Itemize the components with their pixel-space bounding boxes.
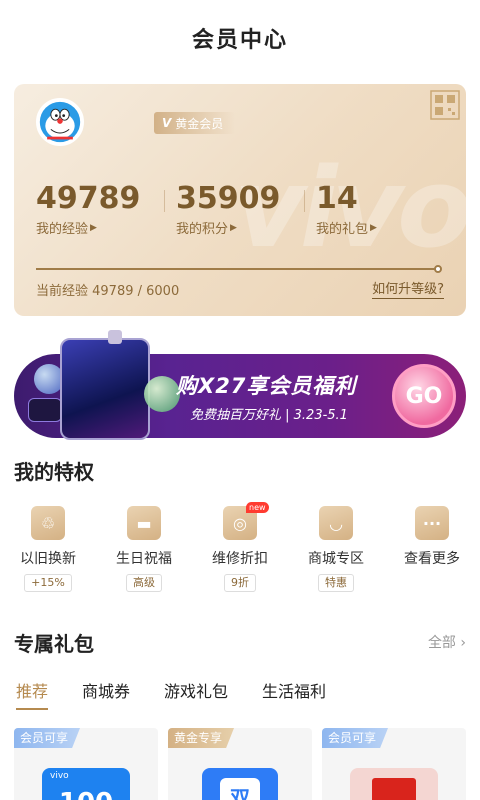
coupon-brand: vivo — [50, 771, 69, 781]
privilege-name: 维修折扣 — [212, 551, 268, 567]
level-badge-label: 黄金会员 — [175, 116, 224, 131]
experience-progress-bar — [36, 265, 442, 273]
tab-recommended[interactable]: 推荐 — [16, 678, 49, 710]
privilege-repair-discount[interactable]: new ◎ 维修折扣 9折 — [192, 502, 288, 592]
caret-right-icon: ▶ — [230, 222, 237, 233]
banner-subline: 免费抽百万好礼 | 3.23-5.1 — [190, 408, 348, 423]
vip-v-icon: V — [162, 116, 172, 130]
coupon-image: vivo 100 — [42, 768, 130, 800]
gift-card[interactable]: 黄金专享 双 — [168, 728, 312, 800]
points-value: 35909 — [176, 181, 281, 216]
privilege-trade-in[interactable]: ♲ 以旧换新 +15% — [0, 506, 96, 592]
caret-right-icon: ▶ — [90, 222, 97, 233]
gift-tag: 黄金专享 — [168, 728, 235, 748]
gift-tag: 会员可享 — [14, 728, 81, 748]
popup-camera-image — [108, 330, 122, 344]
progress-knob — [434, 265, 442, 273]
tab-life-benefits[interactable]: 生活福利 — [262, 678, 326, 702]
chevron-right-icon: › — [460, 635, 466, 651]
gifts-title: 专属礼包 — [14, 632, 94, 656]
shopping-bag-icon: ◡ — [319, 506, 353, 540]
experience-value: 49789 — [36, 181, 141, 216]
gift-tabs: 推荐 商城券 游戏礼包 生活福利 — [16, 678, 326, 710]
privilege-mall-zone[interactable]: ◡ 商城专区 特惠 — [288, 506, 384, 592]
coupon-amount: 100 — [59, 788, 113, 800]
privilege-name: 查看更多 — [404, 551, 460, 567]
poster-image — [372, 778, 416, 800]
phone-image — [60, 338, 150, 440]
recycle-icon: ♲ — [31, 506, 65, 540]
experience-label: 我的经验 — [36, 222, 89, 237]
bubble-decoration — [144, 376, 180, 412]
gift-packs-label: 我的礼包 — [316, 222, 369, 237]
promo-banner[interactable]: 购X27享会员福利 免费抽百万好礼 | 3.23-5.1 GO — [14, 330, 466, 440]
caret-right-icon: ▶ — [370, 222, 377, 233]
avatar[interactable] — [36, 98, 84, 146]
gift-card[interactable]: 会员可享 vivo 100 — [14, 728, 158, 800]
page-title: 会员中心 — [191, 28, 288, 53]
how-to-upgrade-link[interactable]: 如何升等级? — [372, 278, 444, 299]
tab-mall-coupons[interactable]: 商城券 — [82, 678, 130, 702]
current-experience-text: 当前经验 49789 / 6000 — [36, 284, 180, 299]
go-button[interactable]: GO — [392, 364, 456, 428]
privilege-view-more[interactable]: ··· 查看更多 — [384, 506, 480, 592]
privilege-tag: +15% — [24, 574, 72, 592]
cake-icon: ▬ — [127, 506, 161, 540]
stat-points[interactable]: 35909 我的积分 ▶ — [164, 181, 316, 237]
tab-game-gifts[interactable]: 游戏礼包 — [164, 678, 228, 702]
gift-cards: 会员可享 vivo 100 黄金专享 双 会员可享 — [14, 728, 466, 800]
view-all-label: 全部 — [427, 635, 456, 651]
privileges-list: ♲ 以旧换新 +15% ▬ 生日祝福 高级 new ◎ 维修折扣 9折 ◡ 商城… — [0, 502, 480, 592]
more-icon: ··· — [415, 506, 449, 540]
stat-gift-packs[interactable]: 14 我的礼包 ▶ — [304, 181, 456, 237]
privilege-name: 以旧换新 — [20, 551, 76, 567]
points-label: 我的积分 — [176, 222, 229, 237]
stat-experience[interactable]: 49789 我的经验 ▶ — [36, 181, 176, 238]
movie-coupon-image — [350, 768, 438, 800]
banner-headline: 购X27享会员福利 — [176, 374, 357, 398]
gift-tag: 会员可享 — [322, 728, 389, 748]
gamepad-decoration — [28, 398, 62, 422]
level-badge: V 黄金会员 — [154, 112, 236, 134]
qr-code-icon[interactable] — [430, 90, 460, 120]
privilege-birthday[interactable]: ▬ 生日祝福 高级 — [96, 506, 192, 592]
top-bar: 会员中心 — [0, 0, 480, 76]
app-logo-icon: 双 — [220, 778, 260, 800]
doraemon-avatar-icon — [39, 101, 81, 143]
privilege-name: 生日祝福 — [116, 551, 172, 567]
privilege-tag: 高级 — [126, 574, 162, 592]
app-coupon-image: 双 — [202, 768, 278, 800]
new-badge: new — [246, 502, 269, 513]
member-card[interactable]: vivo V 黄金会员 49789 我的经验 ▶ 35909 我的积分 ▶ 14… — [14, 84, 466, 316]
gift-packs-value: 14 — [316, 181, 358, 216]
gift-card[interactable]: 会员可享 — [322, 728, 466, 800]
view-all-link[interactable]: 全部 › — [428, 632, 466, 652]
privilege-name: 商城专区 — [308, 551, 364, 567]
privilege-tag: 特惠 — [318, 574, 354, 592]
privileges-title: 我的特权 — [14, 460, 94, 484]
privilege-tag: 9折 — [224, 574, 256, 592]
